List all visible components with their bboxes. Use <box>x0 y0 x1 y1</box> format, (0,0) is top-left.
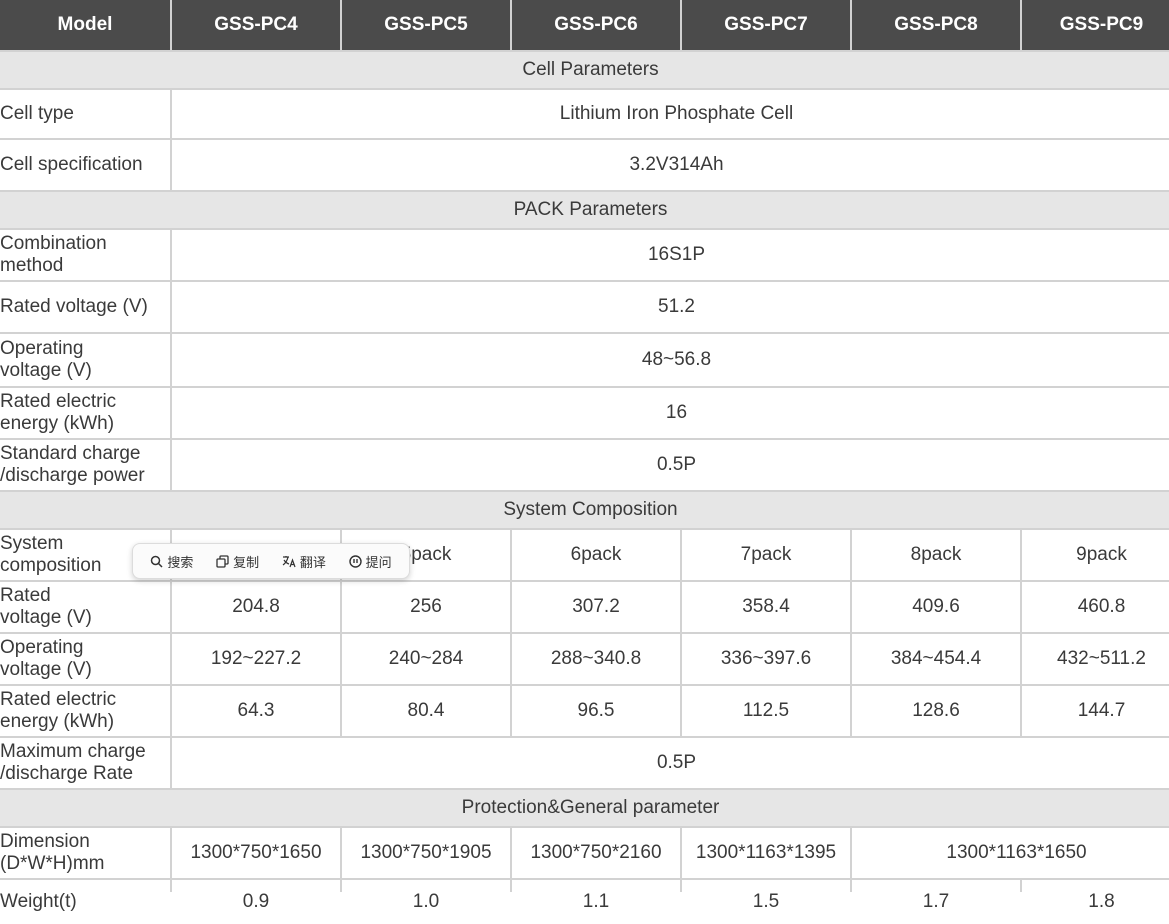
label-line: voltage (V) <box>0 659 92 680</box>
rated-voltage-cell: 409.6 <box>852 582 1020 632</box>
operating-voltage-cell: 240~284 <box>342 634 510 684</box>
rated-energy-cell: 96.5 <box>512 686 680 736</box>
spec-table: Model GSS-PC4 GSS-PC5 GSS-PC6 GSS-PC7 GS… <box>0 0 1169 924</box>
ask-button[interactable]: 提问 <box>348 552 392 571</box>
header-model-pc7: GSS-PC7 <box>682 0 850 50</box>
translate-button-label: 翻译 <box>299 554 326 570</box>
row-label-max-rate: Maximum charge /discharge Rate <box>0 738 170 788</box>
cell-spec-value: 3.2V314Ah <box>172 140 1169 190</box>
label-line: voltage (V) <box>0 607 92 628</box>
row-label-weight: Weight(t) <box>0 880 170 924</box>
weight-cell: 1.8 <box>1022 880 1169 924</box>
label-line: voltage (V) <box>0 360 92 381</box>
label-line: Operating <box>0 338 84 359</box>
rated-voltage-cell: 204.8 <box>172 582 340 632</box>
operating-voltage-cell: 192~227.2 <box>172 634 340 684</box>
label-line: Operating <box>0 637 84 658</box>
rated-voltage-cell: 460.8 <box>1022 582 1169 632</box>
copy-button[interactable]: 复制 <box>216 552 259 571</box>
search-button-label: 搜索 <box>167 554 194 570</box>
dimension-cell: 1300*750*2160 <box>512 828 680 878</box>
label-line: /discharge power <box>0 465 145 486</box>
dimension-cell: 1300*1163*1395 <box>682 828 850 878</box>
operating-voltage-cell: 432~511.2 <box>1022 634 1169 684</box>
section-system-composition: System Composition <box>0 492 1169 528</box>
dimension-cell: 1300*750*1905 <box>342 828 510 878</box>
label-line: Standard charge <box>0 443 141 464</box>
label-line: Rated electric <box>0 689 117 710</box>
header-model-pc8: GSS-PC8 <box>852 0 1020 50</box>
pack-rated-energy-value: 16 <box>172 388 1169 438</box>
rated-voltage-cell: 256 <box>342 582 510 632</box>
dimension-cell: 1300*750*1650 <box>172 828 340 878</box>
row-label-cell-type: Cell type <box>0 90 170 138</box>
label-line: composition <box>0 555 102 576</box>
max-rate-value: 0.5P <box>172 738 1169 788</box>
label-line: energy (kWh) <box>0 413 115 434</box>
label-line: System <box>0 533 64 554</box>
weight-cell: 1.5 <box>682 880 850 924</box>
rated-energy-cell: 128.6 <box>852 686 1020 736</box>
rated-voltage-cell: 358.4 <box>682 582 850 632</box>
row-label-cell-spec: Cell specification <box>0 140 170 190</box>
label-line: Rated <box>0 585 51 606</box>
weight-cell: 1.7 <box>852 880 1020 924</box>
pack-rated-voltage-value: 51.2 <box>172 282 1169 332</box>
label-line: energy (kWh) <box>0 711 115 732</box>
composition-cell: 8pack <box>852 530 1020 580</box>
ask-icon <box>348 554 362 568</box>
operating-voltage-cell: 288~340.8 <box>512 634 680 684</box>
row-label-system-operating-voltage: Operating voltage (V) <box>0 634 170 684</box>
section-cell-parameters: Cell Parameters <box>0 52 1169 88</box>
section-protection-general: Protection&General parameter <box>0 790 1169 826</box>
row-label-charge-power: Standard charge /discharge power <box>0 440 170 490</box>
translate-icon <box>282 555 296 567</box>
search-icon <box>151 555 163 568</box>
header-model-pc5: GSS-PC5 <box>342 0 510 50</box>
rated-energy-cell: 112.5 <box>682 686 850 736</box>
row-label-combination: Combination method <box>0 230 170 280</box>
charge-power-value: 0.5P <box>172 440 1169 490</box>
copy-button-label: 复制 <box>233 554 260 570</box>
header-model: Model <box>0 0 170 50</box>
translate-button[interactable]: 翻译 <box>282 552 326 571</box>
header-model-pc4: GSS-PC4 <box>172 0 340 50</box>
selection-toolbar: 搜索 复制 翻译 提问 <box>132 543 410 579</box>
composition-cell: 6pack <box>512 530 680 580</box>
composition-cell: 9pack <box>1022 530 1169 580</box>
pack-operating-voltage-value: 48~56.8 <box>172 334 1169 386</box>
weight-cell: 1.1 <box>512 880 680 924</box>
row-label-dimension: Dimension (D*W*H)mm <box>0 828 170 878</box>
weight-cell: 1.0 <box>342 880 510 924</box>
row-label-pack-rated-energy: Rated electric energy (kWh) <box>0 388 170 438</box>
label-line: (D*W*H)mm <box>0 853 105 874</box>
combination-value: 16S1P <box>172 230 1169 280</box>
dimension-cell-merged: 1300*1163*1650 <box>852 828 1169 878</box>
label-line: Rated electric <box>0 391 117 412</box>
rated-voltage-cell: 307.2 <box>512 582 680 632</box>
section-pack-parameters: PACK Parameters <box>0 192 1169 228</box>
row-label-system-rated-energy: Rated electric energy (kWh) <box>0 686 170 736</box>
rated-energy-cell: 64.3 <box>172 686 340 736</box>
search-button[interactable]: 搜索 <box>150 552 193 571</box>
header-model-pc9: GSS-PC9 <box>1022 0 1169 50</box>
weight-cell: 0.9 <box>172 880 340 924</box>
cell-type-value: Lithium Iron Phosphate Cell <box>172 90 1169 138</box>
label-line: Dimension <box>0 831 90 852</box>
rated-energy-cell: 80.4 <box>342 686 510 736</box>
operating-voltage-cell: 384~454.4 <box>852 634 1020 684</box>
operating-voltage-cell: 336~397.6 <box>682 634 850 684</box>
row-label-pack-operating-voltage: Operating voltage (V) <box>0 334 170 386</box>
label-line: Maximum charge <box>0 741 146 762</box>
label-line: Combination <box>0 233 107 254</box>
header-model-pc6: GSS-PC6 <box>512 0 680 50</box>
row-label-system-rated-voltage: Rated voltage (V) <box>0 582 170 632</box>
ask-button-label: 提问 <box>365 554 392 570</box>
row-label-pack-rated-voltage: Rated voltage (V) <box>0 282 170 332</box>
copy-icon <box>216 554 229 568</box>
label-line: method <box>0 255 64 276</box>
rated-energy-cell: 144.7 <box>1022 686 1169 736</box>
label-line: /discharge Rate <box>0 763 134 784</box>
composition-cell: 7pack <box>682 530 850 580</box>
